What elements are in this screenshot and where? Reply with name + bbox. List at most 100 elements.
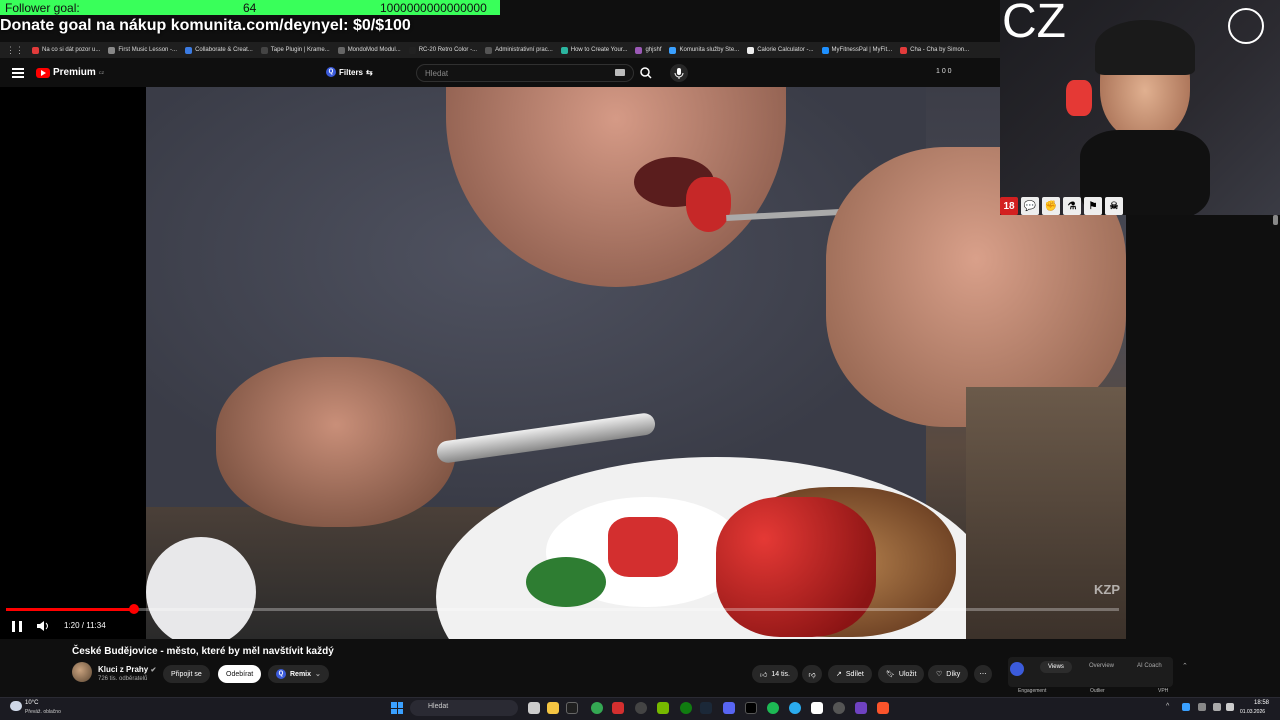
clock-date[interactable]: 01.03.2026	[1240, 709, 1265, 715]
bookmark-item[interactable]: MyFitnessPal | MyFit...	[821, 46, 892, 54]
chatgpt-icon[interactable]	[635, 702, 647, 714]
bookmark-item[interactable]: Komunita služby Ste...	[669, 46, 739, 54]
video-player[interactable]: KZP 1:20 / 11:34	[0, 87, 1259, 639]
save-button[interactable]: 🔖︎ Uložit	[878, 665, 925, 683]
steam-icon[interactable]	[700, 702, 712, 714]
bookmark-item[interactable]: Collaborate & Creat...	[185, 46, 253, 54]
discord-icon[interactable]	[723, 702, 735, 714]
bookmark-favicon-icon	[635, 46, 643, 54]
progress-bar[interactable]	[6, 604, 1119, 614]
spotify-icon[interactable]	[767, 702, 779, 714]
thanks-button[interactable]: ♡ Díky	[928, 665, 969, 683]
remix-button[interactable]: Q Remix ⌄	[268, 665, 329, 683]
more-actions-button[interactable]: ⋯	[974, 665, 992, 683]
search-button[interactable]	[636, 64, 656, 82]
bookmark-label: Tape Plugin | Krame...	[270, 47, 330, 53]
bookmark-item[interactable]: Cha - Cha by Simon...	[900, 46, 969, 54]
red-app-icon[interactable]	[612, 702, 624, 714]
cz-overlay-text: CZ	[1002, 0, 1066, 48]
brave-icon[interactable]	[877, 702, 889, 714]
bookmark-label: MondoMod Modul...	[347, 47, 401, 53]
right-sidebar	[1126, 215, 1280, 690]
join-button[interactable]: Připojit se	[163, 665, 210, 683]
thanks-label: Díky	[946, 670, 961, 678]
weather-cloud-icon[interactable]	[10, 701, 22, 711]
telegram-icon[interactable]	[789, 702, 801, 714]
left-hand-shape	[216, 357, 456, 527]
tab-ai-coach[interactable]: AI Coach	[1137, 663, 1162, 669]
subscribe-button[interactable]: Odebírat	[218, 665, 262, 683]
share-button[interactable]: ↗ Sdílet	[828, 665, 872, 683]
twitch-icon[interactable]	[855, 702, 867, 714]
strawberry-bite-shape	[686, 177, 731, 232]
donate-goal-text: Donate goal na nákup komunita.com/deynye…	[0, 17, 411, 34]
bookmark-favicon-icon	[560, 46, 568, 54]
like-button[interactable]: 👍︎ 14 tis.	[752, 665, 799, 683]
windows-start-icon[interactable]	[391, 702, 403, 714]
chevron-down-icon: ⌄	[315, 671, 321, 678]
keyboard-icon[interactable]	[615, 69, 625, 76]
tray-chevron-icon[interactable]: ^	[1166, 703, 1174, 711]
bookmark-item[interactable]: Na co si dát pozor u...	[32, 46, 100, 54]
bookmark-item[interactable]: MondoMod Modul...	[337, 46, 401, 54]
youtube-premium-logo[interactable]: Premium CZ	[36, 67, 104, 78]
video-frame[interactable]	[146, 87, 1126, 639]
weather-temperature[interactable]: 10°C	[25, 700, 38, 706]
bookmark-item[interactable]: Calorie Calculator -...	[747, 46, 814, 54]
notion-icon[interactable]	[811, 702, 823, 714]
collapse-chevron-icon[interactable]: ⌃	[1182, 662, 1188, 670]
progress-scrubber[interactable]	[129, 604, 140, 614]
tray-mic-icon[interactable]	[1198, 703, 1206, 711]
channel-name-label: Kluci z Prahy	[98, 665, 149, 674]
violence-badge-icon: ✊	[1042, 197, 1060, 215]
chrome-icon[interactable]	[591, 702, 603, 714]
bookmarks-bar: ⋮⋮ Na co si dát pozor u... First Music Le…	[0, 42, 1000, 58]
bookmark-item[interactable]: Administrativní prac...	[485, 46, 553, 54]
volume-icon[interactable]	[36, 619, 50, 633]
speaker-icon[interactable]	[1226, 703, 1234, 711]
bookmark-item[interactable]: RC-20 Retro Color -...	[408, 46, 477, 54]
page-scrollbar[interactable]	[1273, 215, 1278, 225]
bench-shape	[966, 387, 1126, 639]
tiktok-icon[interactable]	[745, 702, 757, 714]
obs-icon[interactable]	[833, 702, 845, 714]
pause-icon[interactable]	[12, 621, 22, 632]
channel-avatar[interactable]	[72, 662, 92, 682]
analytics-extension-panel	[1008, 657, 1173, 687]
bookmark-favicon-icon	[408, 46, 416, 54]
streamer-beanie-shape	[1095, 20, 1195, 75]
progress-fill	[6, 608, 135, 611]
taskbar-search[interactable]: Hledat	[410, 700, 518, 716]
filters-button[interactable]: Q Filters ⇆	[326, 67, 373, 77]
nvidia-icon[interactable]	[657, 702, 669, 714]
bookmark-label: First Music Lesson -...	[118, 47, 178, 53]
apps-grid-icon[interactable]: ⋮⋮	[6, 45, 24, 56]
bookmark-item[interactable]: ghjshf	[635, 46, 661, 54]
share-label: Sdílet	[845, 670, 864, 678]
hamburger-menu-icon[interactable]	[12, 68, 24, 78]
thumbs-up-icon: 👍︎	[760, 671, 768, 679]
bookmark-item[interactable]: Tape Plugin | Krame...	[260, 46, 330, 54]
tray-app-icon[interactable]	[1182, 703, 1190, 711]
clock-time[interactable]: 18:58	[1254, 700, 1269, 706]
voice-search-button[interactable]	[670, 64, 688, 82]
tab-overview[interactable]: Overview	[1089, 663, 1114, 669]
column-engagement: Engagement	[1018, 688, 1047, 694]
channel-watermark[interactable]: KZP	[1094, 582, 1120, 597]
file-explorer-icon[interactable]	[547, 702, 559, 714]
xbox-icon[interactable]	[680, 702, 692, 714]
discrimination-badge-icon: ⚑	[1084, 197, 1102, 215]
tab-views[interactable]: Views	[1040, 661, 1072, 673]
network-icon[interactable]	[1213, 703, 1221, 711]
channel-name[interactable]: Kluci z Prahy ✔	[98, 665, 156, 674]
dislike-button[interactable]: 👎︎	[802, 665, 822, 683]
search-input[interactable]: Hledat	[416, 64, 634, 82]
bookmark-favicon-icon	[821, 46, 829, 54]
youtube-header: Premium CZ Q Filters ⇆ Hledat 1 0 0	[0, 62, 1000, 86]
bookmark-item[interactable]: How to Create Your...	[560, 46, 627, 54]
verified-check-icon: ✔	[150, 667, 157, 674]
bookmark-item[interactable]: First Music Lesson -...	[108, 46, 178, 54]
task-view-icon[interactable]	[528, 702, 540, 714]
notification-counters[interactable]: 1 0 0	[936, 68, 952, 75]
terminal-icon[interactable]	[566, 702, 578, 714]
